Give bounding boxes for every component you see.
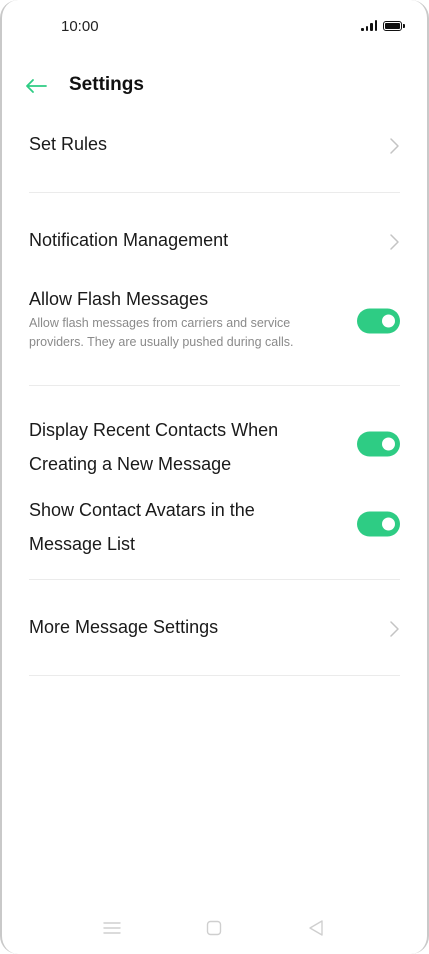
display-recent-contacts-toggle[interactable]: [357, 431, 400, 457]
show-contact-avatars-toggle[interactable]: [357, 511, 400, 537]
show-contact-avatars-row: Show Contact Avatars in the Message List: [29, 497, 400, 554]
display-recent-contacts-row: Display Recent Contacts When Creating a …: [29, 417, 400, 474]
display-recent-contacts-label-line1: Display Recent Contacts When: [29, 420, 279, 440]
page-title: Settings: [69, 74, 144, 95]
battery-icon: [383, 21, 405, 31]
divider: [29, 675, 400, 676]
notification-management-row[interactable]: Notification Management: [29, 227, 400, 257]
allow-flash-messages-label: Allow Flash Messages: [29, 289, 209, 309]
menu-button[interactable]: [100, 916, 124, 940]
navigation-bar: [0, 910, 429, 946]
divider: [29, 192, 400, 193]
home-button[interactable]: [202, 916, 226, 940]
notification-management-label: Notification Management: [29, 230, 229, 250]
set-rules-label: Set Rules: [29, 134, 108, 154]
status-time: 10:00: [61, 18, 99, 35]
toggle-knob: [382, 437, 395, 451]
more-message-settings-row[interactable]: More Message Settings: [29, 614, 400, 644]
arrow-left-icon: [26, 79, 47, 93]
chevron-right-icon: [390, 621, 399, 637]
status-icons: [361, 20, 405, 31]
more-message-settings-label: More Message Settings: [29, 617, 219, 637]
back-button[interactable]: [22, 72, 50, 100]
chevron-right-icon: [390, 234, 399, 250]
square-home-icon: [206, 920, 222, 936]
triangle-back-icon: [309, 920, 323, 936]
menu-icon: [103, 922, 121, 934]
allow-flash-messages-description: Allow flash messages from carriers and s…: [29, 316, 294, 349]
allow-flash-messages-toggle[interactable]: [357, 308, 400, 334]
show-contact-avatars-label-line2: Message List: [29, 534, 136, 554]
divider: [29, 579, 400, 580]
toggle-knob: [382, 314, 395, 328]
show-contact-avatars-label-line1: Show Contact Avatars in the: [29, 500, 255, 520]
nav-back-button[interactable]: [304, 916, 328, 940]
allow-flash-messages-row: Allow Flash Messages Allow flash message…: [29, 286, 400, 356]
status-bar: 10:00: [0, 0, 429, 56]
set-rules-row[interactable]: Set Rules: [29, 131, 400, 161]
header: Settings: [0, 64, 429, 108]
signal-icon: [361, 20, 377, 31]
display-recent-contacts-label-line2: Creating a New Message: [29, 454, 232, 474]
chevron-right-icon: [390, 138, 399, 154]
divider: [29, 385, 400, 386]
toggle-knob: [382, 517, 395, 531]
